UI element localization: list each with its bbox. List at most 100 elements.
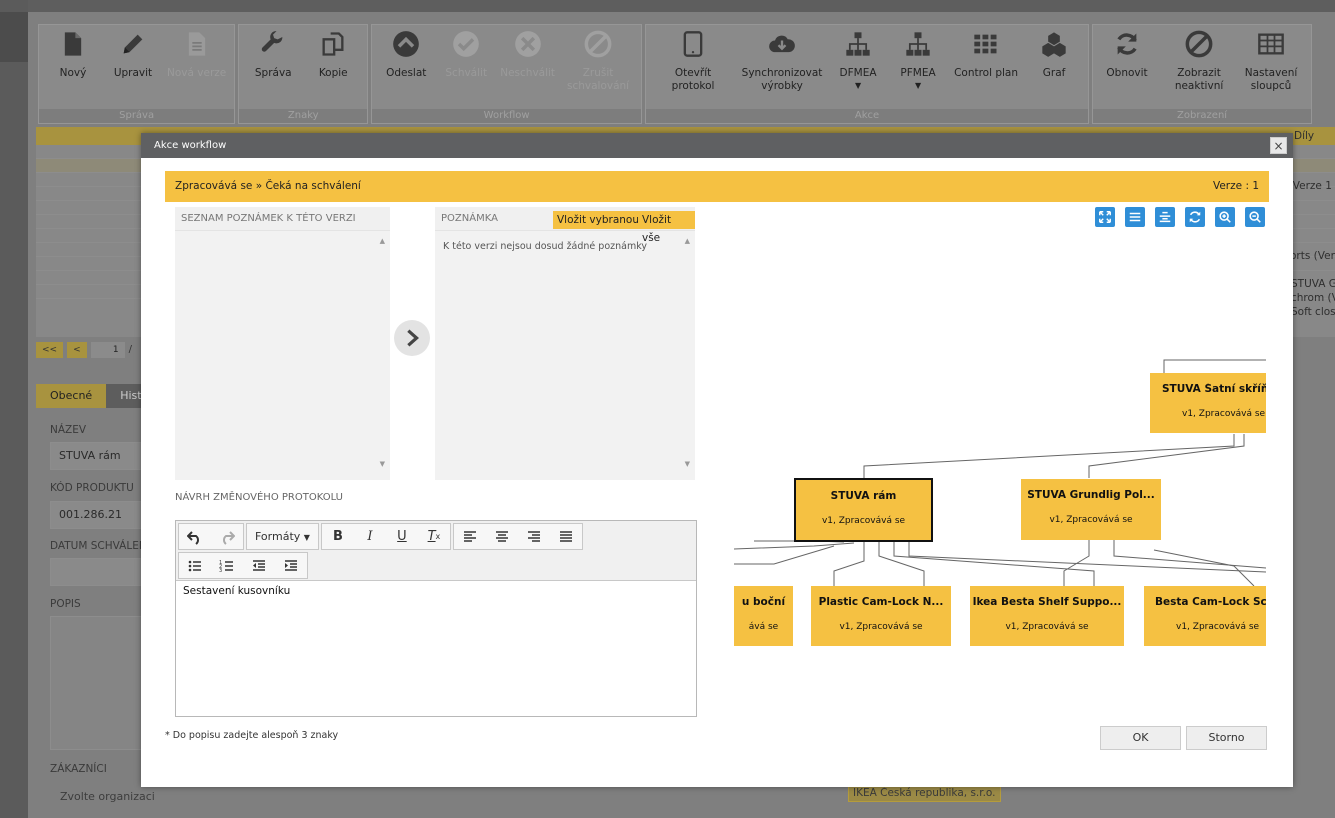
organization-select[interactable]: Zvolte organizaci [60, 790, 155, 803]
scroll-up-icon[interactable]: ▲ [380, 237, 385, 245]
cell-text: Soft closi [1291, 306, 1335, 318]
workflow-action-dialog: Akce workflow × Zpracovává se » Čeká na … [141, 133, 1293, 787]
name-field[interactable]: STUVA rám [50, 442, 150, 470]
graph-node-besta-shelf[interactable]: Ikea Besta Shelf Suppo... v1, Zpracovává… [970, 586, 1124, 646]
ribbon-group-znaky: Správa Kopie Znaky [238, 24, 369, 124]
fit-screen-icon[interactable] [1095, 207, 1115, 227]
close-icon[interactable]: × [1270, 137, 1287, 154]
wrench-icon [258, 29, 288, 59]
graph-node-root[interactable]: STUVA Šatní skříň b v1, Zpracovává se [1150, 373, 1266, 433]
app-top-bar [0, 0, 1335, 12]
tablet-icon [678, 29, 708, 59]
control-plan-button[interactable]: Control plan [948, 25, 1024, 109]
approval-date-label: DATUM SCHVÁLENÍ [50, 540, 150, 552]
pfmea-button[interactable]: PFMEA ▼ [888, 25, 948, 109]
send-button[interactable]: Odeslat [376, 25, 436, 109]
description-field[interactable] [50, 616, 142, 750]
graph-node-bocni[interactable]: u boční ává se [734, 586, 793, 646]
underline-icon[interactable]: U [386, 524, 418, 549]
first-page-button[interactable]: << [36, 342, 64, 358]
cancel-approval-button[interactable]: Zrušit schvalování [559, 25, 637, 109]
align-right-icon[interactable] [518, 524, 550, 549]
new-version-button[interactable]: Nová verze [163, 25, 230, 109]
show-inactive-button[interactable]: Zobrazit neaktivní [1157, 25, 1241, 109]
graph-button[interactable]: Graf [1024, 25, 1084, 109]
insert-selected-button[interactable]: Vložit vybranou [553, 211, 643, 229]
svg-text:3: 3 [219, 568, 222, 574]
italic-icon[interactable]: I [354, 524, 386, 549]
numbered-list-icon[interactable]: 123 [211, 553, 243, 578]
move-note-button[interactable] [394, 320, 430, 356]
node-status: v1, Zpracovává se [839, 622, 923, 632]
node-status: ává se [748, 622, 779, 632]
column-header-parts: Díly [1294, 130, 1315, 142]
sitemap-icon [903, 29, 933, 59]
ribbon-group-akce: Otevřít protokol Synchronizovat výrobky … [645, 24, 1090, 124]
send-label: Odeslat [386, 67, 427, 79]
product-tree-graph[interactable]: STUVA Šatní skříň b v1, Zpracovává se ST… [734, 346, 1266, 666]
notes-list-title: SEZNAM POZNÁMEK K TÉTO VERZI [175, 207, 390, 231]
copy-button[interactable]: Kopie [303, 25, 363, 109]
ribbon-group-zobrazeni: Obnovit Zobrazit neaktivní Nastavení slo… [1092, 24, 1313, 124]
version-label: Verze : 1 [1212, 180, 1259, 192]
ribbon-group-label: Workflow [372, 109, 642, 123]
indent-icon[interactable] [275, 553, 307, 578]
left-nav-active[interactable] [0, 12, 28, 62]
graph-node-grundlig[interactable]: STUVA Grundlig Pol... v1, Zpracovává se [1021, 479, 1161, 540]
insert-all-button[interactable]: Vložit vše [638, 211, 695, 244]
graph-node-besta-cam[interactable]: Besta Cam-Lock Scr v1, Zpracovává se [1144, 586, 1266, 646]
cell-text: STUVA Gru [1291, 278, 1335, 290]
graph-node-camlock[interactable]: Plastic Cam-Lock N... v1, Zpracovává se [811, 586, 951, 646]
document-lines-icon [182, 29, 212, 59]
name-label: NÁZEV [50, 424, 87, 436]
column-settings-button[interactable]: Nastavení sloupců [1241, 25, 1301, 109]
approval-date-field[interactable] [50, 558, 150, 586]
new-button[interactable]: Nový [43, 25, 103, 109]
align-justify-icon[interactable] [550, 524, 582, 549]
page-number-input[interactable]: 1 [90, 342, 125, 358]
approve-label: Schválit [445, 67, 488, 79]
sync-products-button[interactable]: Synchronizovat výrobky [736, 25, 828, 109]
outdent-icon[interactable] [243, 553, 275, 578]
refresh-icon[interactable] [1185, 207, 1205, 227]
scroll-down-icon[interactable]: ▼ [380, 460, 385, 468]
manage-button[interactable]: Správa [243, 25, 303, 109]
dfmea-button[interactable]: DFMEA ▼ [828, 25, 888, 109]
pencil-icon [118, 29, 148, 59]
graph-node-ram[interactable]: STUVA rám v1, Zpracovává se [794, 478, 933, 542]
scroll-down-icon[interactable]: ▼ [685, 460, 690, 468]
dialog-title-bar: Akce workflow × [141, 133, 1293, 158]
ok-button[interactable]: OK [1100, 726, 1181, 750]
validation-hint: * Do popisu zadejte alespoň 3 znaky [165, 730, 339, 741]
cancel-button[interactable]: Storno [1186, 726, 1267, 750]
editor-content[interactable]: Sestavení kusovníku [176, 581, 696, 601]
zoom-out-icon[interactable] [1245, 207, 1265, 227]
copy-label: Kopie [318, 67, 348, 79]
node-status: v1, Zpracovává se [1049, 515, 1133, 525]
reject-button[interactable]: Neschválit [496, 25, 559, 109]
bullet-list-icon[interactable] [179, 553, 211, 578]
page-separator: / [128, 344, 133, 355]
clear-format-icon[interactable]: Tx [418, 524, 450, 549]
approve-button[interactable]: Schválit [436, 25, 496, 109]
edit-button[interactable]: Upravit [103, 25, 163, 109]
zoom-in-icon[interactable] [1215, 207, 1235, 227]
node-status: v1, Zpracovává se [1176, 622, 1260, 632]
node-title: u boční [741, 596, 786, 608]
open-protocol-button[interactable]: Otevřít protokol [650, 25, 736, 109]
prev-page-button[interactable]: < [67, 342, 87, 358]
list-layout-icon[interactable] [1125, 207, 1145, 227]
redo-icon[interactable] [211, 524, 243, 549]
center-layout-icon[interactable] [1155, 207, 1175, 227]
caret-down-icon: ▼ [303, 533, 310, 542]
align-left-icon[interactable] [454, 524, 486, 549]
refresh-button[interactable]: Obnovit [1097, 25, 1157, 109]
formats-dropdown[interactable]: Formáty ▼ [247, 524, 318, 549]
grid-icon [971, 29, 1001, 59]
scroll-up-icon[interactable]: ▲ [685, 237, 690, 245]
bold-icon[interactable]: B [322, 524, 354, 549]
undo-icon[interactable] [179, 524, 211, 549]
align-center-icon[interactable] [486, 524, 518, 549]
product-code-field[interactable]: 001.286.21 [50, 501, 150, 529]
tab-general[interactable]: Obecné [36, 384, 107, 408]
